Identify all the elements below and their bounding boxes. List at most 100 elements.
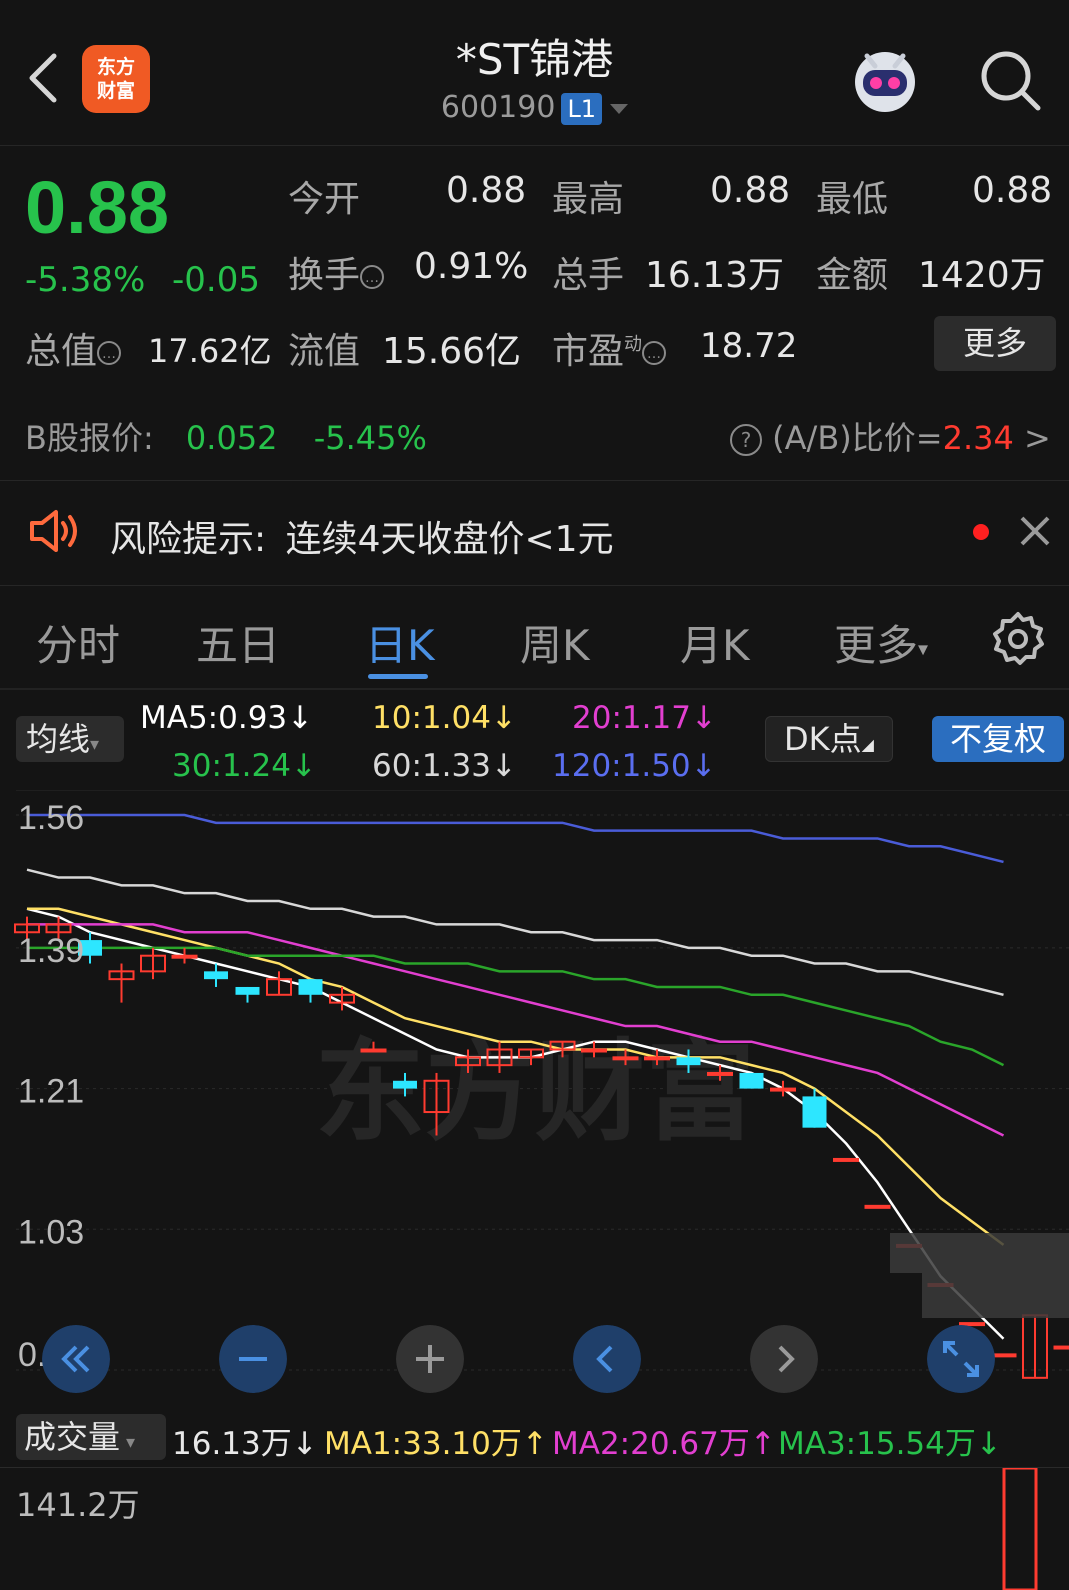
float-label: 流值 (288, 331, 361, 372)
open-label: 今开 (288, 179, 361, 220)
search-icon[interactable] (978, 48, 1044, 114)
corner-arrow-icon: ◢ (861, 735, 874, 754)
ma30-value: 30:1.24↓ (172, 748, 317, 784)
ma-selector-button[interactable]: 均线▾ (16, 716, 124, 762)
current-price: 0.88 (25, 166, 170, 249)
overlay-panel (890, 1233, 1069, 1273)
risk-label: 风险提示: (110, 519, 267, 560)
candle-body-down (676, 1057, 701, 1066)
tab-daily-k[interactable]: 日K (365, 612, 435, 673)
bshare-label: B股报价: (25, 419, 154, 457)
turnover-value: 0.91% (414, 246, 529, 287)
risk-warning[interactable]: 风险提示: 连续4天收盘价<1元 (110, 510, 614, 562)
dropdown-caret-icon: ▾ (126, 1432, 136, 1453)
dropdown-caret-icon: ▾ (90, 734, 100, 755)
candle-body-up (864, 1204, 891, 1209)
active-tab-indicator (368, 674, 428, 679)
high-value: 0.88 (710, 170, 791, 211)
low-label: 最低 (816, 179, 889, 220)
zoom-out-icon[interactable] (219, 1325, 287, 1393)
ratio-value: 2.34 (942, 419, 1014, 457)
volume-label: 总手 (552, 255, 625, 296)
candle-body-up (360, 1048, 387, 1053)
chevron-down-icon[interactable] (610, 103, 629, 114)
low-value: 0.88 (972, 170, 1053, 211)
candle-body-up (833, 1157, 859, 1162)
bshare-price: 0.052 (185, 419, 278, 457)
candle-body-down (298, 979, 323, 995)
info-circle-icon[interactable]: … (642, 341, 667, 365)
open-value: 0.88 (446, 170, 527, 211)
float-value: 15.66亿 (382, 331, 522, 372)
ma10-value: 10:1.04↓ (372, 700, 517, 736)
ma120-value: 120:1.50↓ (552, 748, 717, 784)
candle-body-down (739, 1072, 764, 1089)
volume-selector-button[interactable]: 成交量 ▾ (16, 1414, 166, 1460)
y-tick-label: 1.21 (18, 1073, 84, 1111)
tab-intraday[interactable]: 分时 (36, 612, 120, 673)
pe-value: 18.72 (700, 326, 798, 366)
candle-body-up (612, 1056, 639, 1061)
ab-ratio[interactable]: ? (A/B)比价=2.34 > (730, 413, 1051, 459)
ratio-label: (A/B)比价= (772, 419, 943, 457)
tab-more[interactable]: 更多▾ (834, 612, 928, 673)
amount-value: 1420万 (918, 255, 1046, 296)
candle-body-up (770, 1087, 796, 1092)
change-amount: -0.05 (172, 260, 260, 300)
info-circle-icon[interactable]: … (97, 341, 122, 365)
tab-weekly-k[interactable]: 周K (520, 612, 590, 673)
info-circle-icon[interactable]: … (360, 265, 385, 289)
change-percent: -5.38% (25, 260, 146, 300)
chevron-left-icon[interactable] (573, 1325, 641, 1393)
y-tick-label: 1.56 (18, 799, 84, 837)
pe-dynamic-mark: 动 (624, 334, 643, 355)
ma20-value: 20:1.17↓ (572, 700, 717, 736)
kline-chart[interactable]: 东方财富 1.561.391.211.030.85 (0, 790, 1069, 1405)
candle-body-up (990, 1353, 1017, 1358)
candle-body-down (802, 1096, 827, 1128)
rewind-icon[interactable] (42, 1325, 110, 1393)
risk-text: 连续4天收盘价<1元 (285, 519, 614, 560)
volume-chart[interactable] (0, 1468, 1069, 1590)
divider (0, 480, 1069, 481)
ma120-line (27, 813, 1004, 864)
y-axis-labels: 1.561.391.211.030.85 (18, 799, 84, 1374)
y-tick-label: 1.39 (18, 932, 84, 970)
mktcap-value: 17.62亿 (148, 332, 272, 370)
dk-point-button[interactable]: DK点◢ (765, 716, 893, 762)
candle-body-up (644, 1056, 670, 1061)
tab-five-day[interactable]: 五日 (196, 612, 280, 673)
ma60-line (26, 868, 1004, 997)
ma5-value: MA5:0.93↓ (140, 700, 314, 736)
dropdown-caret-icon: ▾ (918, 636, 929, 661)
tab-monthly-k[interactable]: 月K (680, 612, 750, 673)
help-icon[interactable]: ? (730, 424, 762, 456)
expand-icon[interactable] (927, 1325, 995, 1393)
mktcap-label: 总值… (25, 322, 122, 374)
ma60-value: 60:1.33↓ (372, 748, 517, 784)
bshare-row[interactable]: B股报价: 0.052 -5.45% (25, 413, 427, 459)
watermark: 东方财富 (315, 1028, 755, 1156)
no-adjust-button[interactable]: 不复权 (932, 716, 1064, 762)
candle-body-up (707, 1071, 733, 1076)
robot-assistant-icon[interactable] (845, 40, 925, 120)
level-badge: L1 (561, 92, 603, 125)
stock-code: 600190 (440, 90, 556, 125)
zoom-in-icon[interactable] (396, 1325, 464, 1393)
candle-body-down (204, 971, 228, 980)
volume-bar (1002, 1468, 1038, 1590)
gear-icon[interactable] (990, 610, 1046, 666)
overlay-panel (922, 1273, 1069, 1318)
more-quote-button[interactable]: 更多 (934, 316, 1056, 371)
candle-body-up (1053, 1345, 1069, 1350)
close-icon[interactable] (1018, 514, 1052, 548)
volume-ma1: MA1:33.10万↑ (324, 1426, 548, 1462)
chevron-right-icon[interactable] (750, 1325, 818, 1393)
candle-body-down (393, 1080, 417, 1089)
volume-ma3: MA3:15.54万↓ (778, 1426, 1002, 1462)
speaker-icon (30, 510, 77, 552)
y-tick-label: 1.03 (18, 1213, 84, 1251)
turnover-label: 换手… (288, 246, 385, 298)
chevron-right-icon: > (1024, 419, 1051, 457)
divider (0, 688, 1069, 690)
